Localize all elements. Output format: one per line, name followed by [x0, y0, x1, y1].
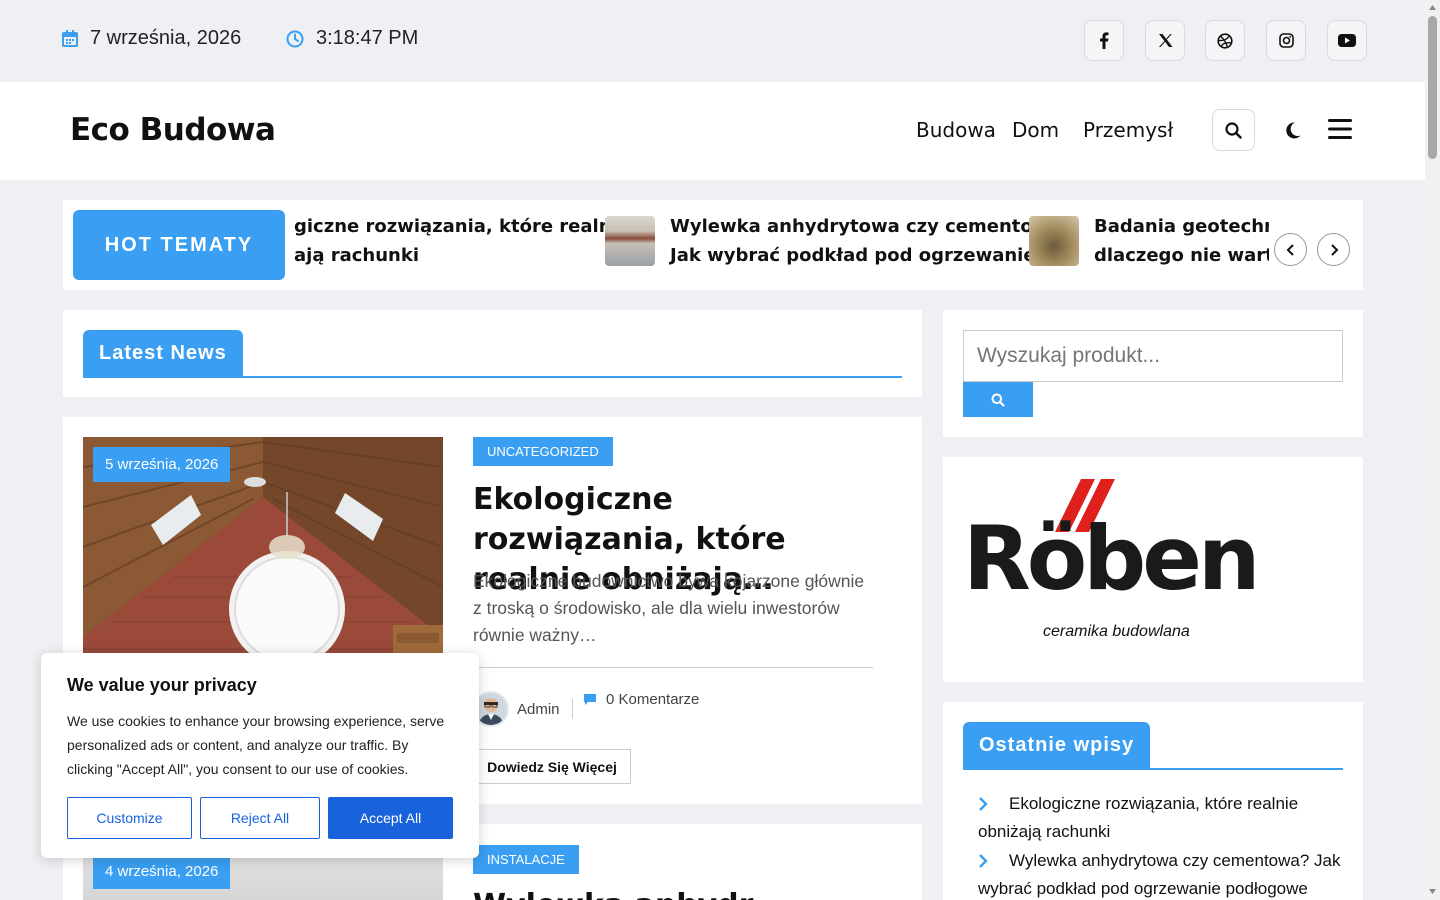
- recent-posts-widget: Ostatnie wpisy Ekologiczne rozwiązania, …: [943, 702, 1363, 900]
- chevron-right-icon: [979, 797, 988, 811]
- nav-item-przemysl[interactable]: Przemysł: [1083, 118, 1173, 142]
- post-divider: [473, 667, 873, 668]
- recent-post-item[interactable]: Ekologiczne rozwiązania, które realnie o…: [978, 790, 1348, 846]
- sidebar-ad-widget: Röben Röben ceramika budowlana: [943, 457, 1363, 682]
- facebook-button[interactable]: [1084, 20, 1124, 61]
- post-author[interactable]: Admin: [473, 691, 585, 727]
- menu-button[interactable]: [1326, 116, 1354, 142]
- search-icon: [1225, 121, 1242, 139]
- ticker-thumbnail: [605, 216, 655, 266]
- ticker-item-title: Badania geotechnicz: [1094, 216, 1269, 237]
- x-twitter-button[interactable]: [1145, 20, 1185, 61]
- post-date-badge[interactable]: 5 września, 2026: [93, 447, 231, 482]
- ticker-item-title: Wylewka anhydrytowa czy cementowa?: [670, 216, 1072, 237]
- clock-icon: [286, 30, 304, 47]
- ticker-item-title: ają rachunki: [294, 245, 420, 266]
- facebook-icon: [1100, 32, 1109, 49]
- ticker-track: giczne rozwiązania, które realnie ają rac…: [294, 200, 1269, 290]
- time-text: 3:18:47 PM: [316, 27, 419, 49]
- post-comments[interactable]: 0 Komentarze: [583, 691, 699, 708]
- youtube-icon: [1338, 34, 1356, 47]
- comment-icon: [584, 694, 596, 705]
- chevron-right-icon: [979, 854, 988, 868]
- latest-news-header: Latest News: [63, 310, 922, 397]
- comments-count: 0 Komentarze: [606, 691, 700, 708]
- hot-topics-ticker: HOT TEMATY giczne rozwiązania, które rea…: [63, 200, 1363, 290]
- svg-text:Röben: Röben: [963, 507, 1257, 592]
- ticker-thumbnail: [1029, 216, 1079, 266]
- recent-post-title: Ekologiczne rozwiązania, które realnie o…: [978, 794, 1299, 841]
- scroll-up-icon[interactable]: [1428, 4, 1437, 11]
- read-more-button[interactable]: Dowiedz Się Więcej: [473, 749, 631, 784]
- ad-tagline: ceramika budowlana: [1043, 623, 1190, 640]
- search-icon: [991, 393, 1005, 407]
- recent-post-item[interactable]: Wylewka anhydrytowa czy cementowa? Jak w…: [978, 847, 1348, 900]
- site-logo[interactable]: Eco Budowa: [70, 112, 276, 148]
- time-display: 3:18:47 PM: [286, 27, 418, 50]
- page-scrollbar[interactable]: [1425, 0, 1440, 900]
- cookie-text: We use cookies to enhance your browsing …: [67, 713, 445, 777]
- section-title: Latest News: [83, 330, 243, 376]
- instagram-icon: [1278, 33, 1294, 48]
- youtube-button[interactable]: [1327, 20, 1367, 61]
- cookie-title: We value your privacy: [67, 675, 257, 695]
- user-avatar-icon: [478, 698, 504, 725]
- cookie-reject-button[interactable]: Reject All: [200, 797, 320, 839]
- instagram-button[interactable]: [1266, 20, 1306, 61]
- top-bar: 7 września, 2026 3:18:47 PM: [0, 0, 1425, 82]
- chevron-left-icon: [1286, 243, 1294, 256]
- nav-item-budowa[interactable]: Budowa: [916, 118, 996, 142]
- product-search-input[interactable]: [963, 330, 1343, 382]
- post-image[interactable]: 5 września, 2026: [83, 437, 443, 677]
- recent-post-title: Wylewka anhydrytowa czy cementowa? Jak w…: [978, 851, 1341, 898]
- meta-separator: [571, 699, 573, 719]
- site-header: Eco Budowa Budowa Dom Przemysł: [0, 82, 1425, 180]
- section-divider: [83, 376, 902, 378]
- cookie-customize-button[interactable]: Customize: [67, 797, 192, 839]
- scroll-down-icon[interactable]: [1428, 888, 1437, 895]
- ticker-item[interactable]: Wylewka anhydrytowa czy cementowa? Jak wy…: [605, 212, 1072, 270]
- moon-icon: [1285, 121, 1300, 138]
- section-title: Ostatnie wpisy: [963, 722, 1151, 768]
- hamburger-icon: [1328, 119, 1352, 139]
- chevron-right-icon: [1330, 243, 1338, 256]
- dribbble-icon: [1217, 32, 1233, 49]
- ticker-item-title: giczne rozwiązania, które realnie: [294, 216, 630, 237]
- post-category-badge[interactable]: UNCATEGORIZED: [473, 437, 613, 466]
- scrollbar-thumb[interactable]: [1428, 16, 1437, 159]
- ticker-prev-button[interactable]: [1274, 233, 1307, 266]
- ticker-item-title: dlaczego nie warto i: [1094, 245, 1269, 266]
- calendar-icon: [62, 30, 78, 47]
- dribbble-button[interactable]: [1205, 20, 1245, 61]
- ticker-item-title: Jak wybrać podkład pod ogrzewanie…: [670, 245, 1054, 266]
- post-category-badge[interactable]: INSTALACJE: [473, 845, 579, 874]
- sidebar-search-widget: [943, 310, 1363, 437]
- date-display: 7 września, 2026: [62, 27, 241, 50]
- section-divider: [963, 768, 1343, 770]
- post-excerpt: Ekologiczne budownictwo bywa kojarzone g…: [473, 571, 865, 645]
- x-twitter-icon: [1158, 34, 1172, 47]
- author-name: Admin: [517, 700, 560, 718]
- dark-mode-toggle[interactable]: [1280, 118, 1304, 142]
- hot-topics-label: HOT TEMATY: [73, 210, 285, 280]
- search-toggle-button[interactable]: [1212, 109, 1255, 151]
- cookie-consent-banner: We value your privacy We use cookies to …: [41, 653, 479, 858]
- nav-item-dom[interactable]: Dom: [1012, 118, 1059, 142]
- roben-brand-text: Röben: [943, 457, 944, 458]
- roben-logo[interactable]: Röben: [963, 477, 1263, 592]
- cookie-accept-button[interactable]: Accept All: [328, 797, 453, 839]
- post-date-badge[interactable]: 4 września, 2026: [93, 854, 231, 889]
- search-submit-button[interactable]: [963, 382, 1033, 417]
- post-title[interactable]: Wylewka anhydr: [473, 886, 893, 900]
- ticker-item[interactable]: Badania geotechnicz dlaczego nie warto i: [1029, 212, 1269, 270]
- date-text: 7 września, 2026: [90, 27, 242, 49]
- ticker-item[interactable]: giczne rozwiązania, które realnie ają rac…: [294, 212, 630, 270]
- ticker-next-button[interactable]: [1317, 233, 1350, 266]
